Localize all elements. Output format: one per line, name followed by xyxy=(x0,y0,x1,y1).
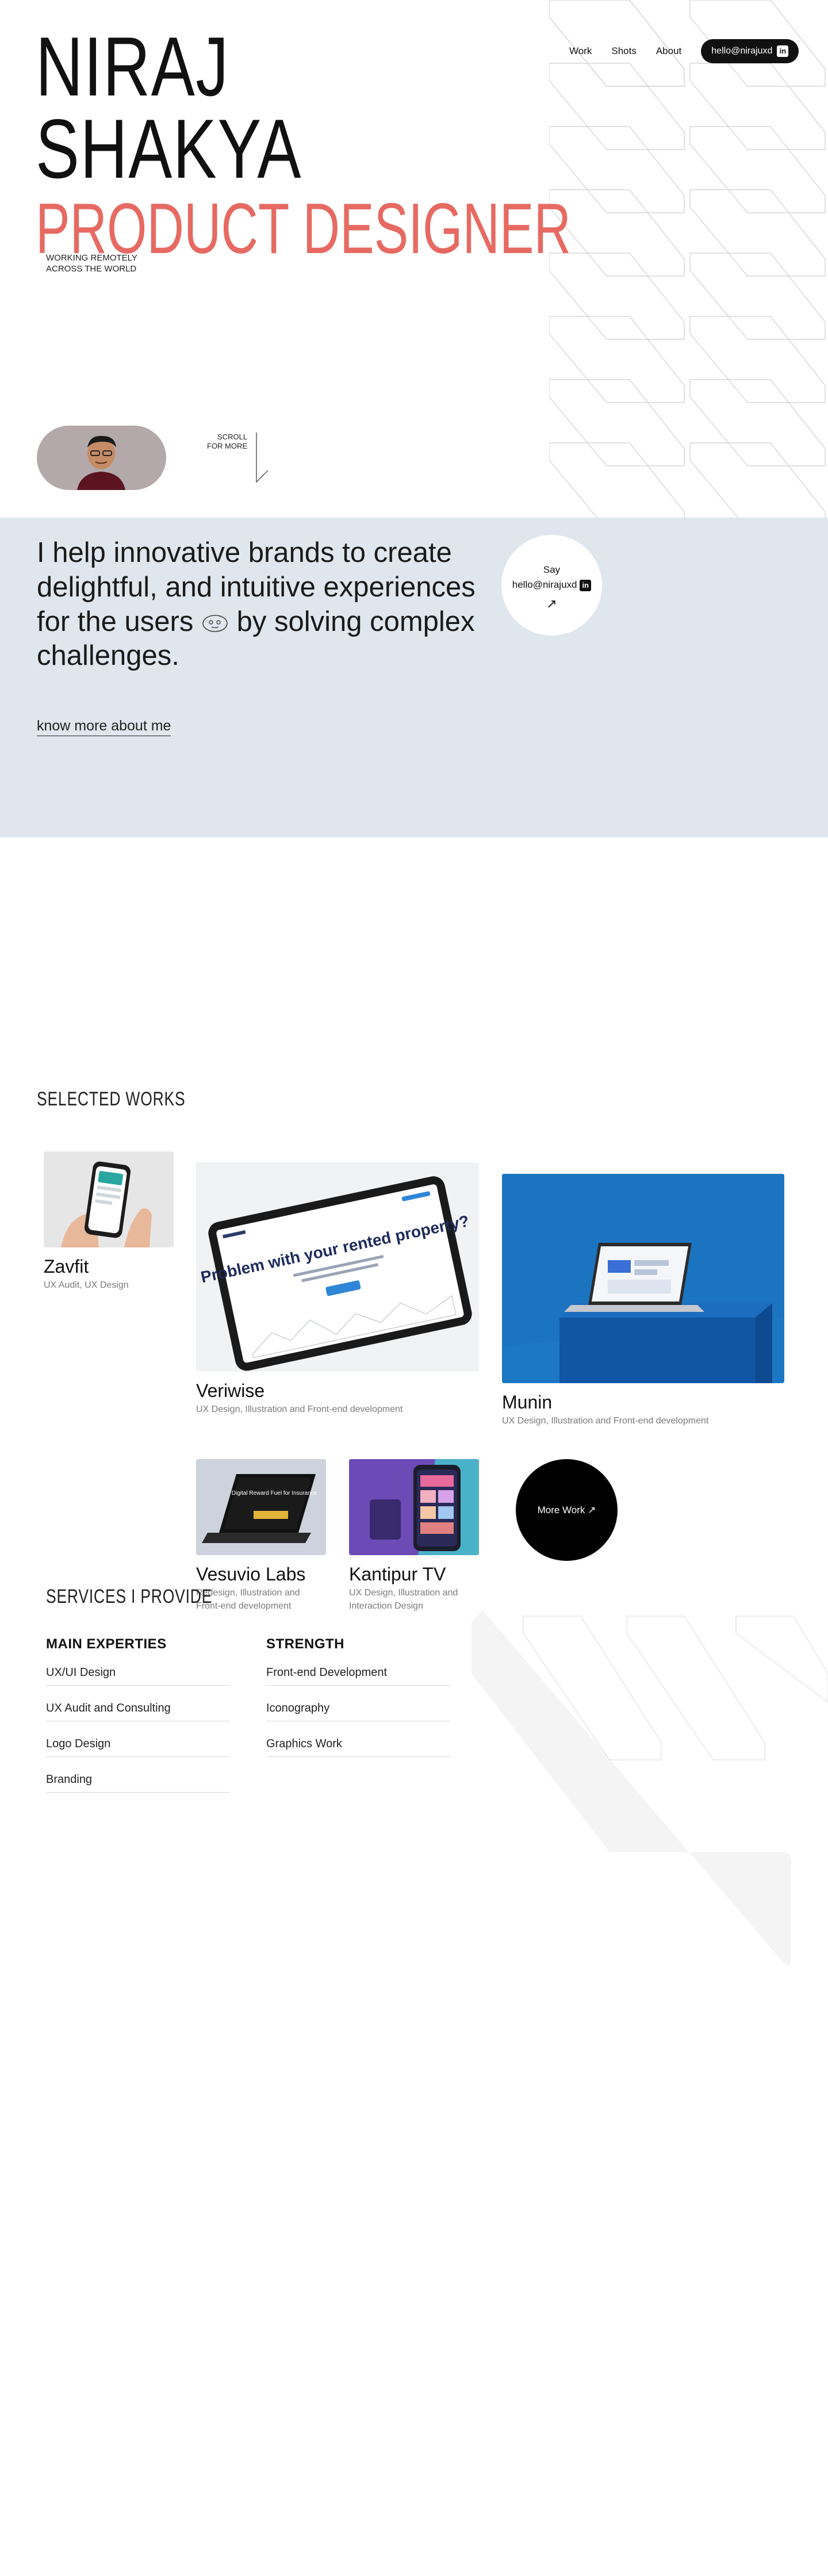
work-title: Kantipur TV xyxy=(349,1564,446,1584)
vesuvio-image: Digital Reward Fuel for Insurance xyxy=(196,1459,326,1555)
intro-statement: I help innovative brands to create delig… xyxy=(37,536,497,673)
service-item: UX/UI Design xyxy=(46,1666,230,1686)
work-title: Zavfit xyxy=(44,1256,89,1277)
hero-first-name: NIRAJ xyxy=(36,20,229,113)
work-title: Veriwise xyxy=(196,1380,265,1401)
work-title: Munin xyxy=(502,1392,553,1413)
strength-column: STRENGTH Front-end Development Iconograp… xyxy=(266,1636,450,1773)
services-pattern xyxy=(471,1610,828,1966)
work-card-vesuvio-labs[interactable]: Digital Reward Fuel for Insurance Vesuvi… xyxy=(196,1459,326,1613)
location-line-1: WORKING REMOTELY xyxy=(46,253,137,263)
work-title: Vesuvio Labs xyxy=(196,1564,306,1584)
selected-works-title: SELECTED WORKS xyxy=(37,1088,186,1110)
hero-heading: NIRAJ SHAKYA PRODUCT DESIGNER xyxy=(36,20,779,264)
veriwise-image: Problem with your rented property? xyxy=(196,1162,479,1372)
munin-image xyxy=(502,1174,784,1383)
say-email: hello@nirajuxd xyxy=(512,579,577,591)
main-expertise-heading: MAIN EXPERTIES xyxy=(46,1636,167,1652)
services-title: SERVICES I PROVIDE xyxy=(46,1586,213,1607)
work-card-zavfit[interactable]: Zavfit UX Audit, UX Design xyxy=(44,1151,174,1292)
main-expertise-column: MAIN EXPERTIES UX/UI Design UX Audit and… xyxy=(46,1636,230,1809)
hero-last-name: SHAKYA xyxy=(36,102,302,196)
scroll-arrow-icon xyxy=(256,432,269,483)
say-hello-button[interactable]: Say hello@nirajuxd in ↗ xyxy=(501,535,602,636)
service-item: UX Audit and Consulting xyxy=(46,1702,230,1721)
work-card-munin[interactable]: Munin UX Design, Illustration and Front-… xyxy=(502,1174,784,1428)
know-more-link[interactable]: know more about me xyxy=(37,718,171,736)
arrow-up-right-icon: ↗ xyxy=(588,1505,596,1515)
work-description: UX Design, Illustration and Interaction … xyxy=(349,1588,458,1611)
location-note: WORKING REMOTELY ACROSS THE WORLD xyxy=(46,253,137,275)
more-work-label: More Work xyxy=(537,1505,585,1515)
intro-section: I help innovative brands to create delig… xyxy=(0,518,828,837)
work-description: UX Audit, UX Design xyxy=(44,1280,129,1291)
more-work-button[interactable]: More Work ↗ xyxy=(516,1459,618,1561)
scroll-hint: SCROLL FOR MORE xyxy=(207,432,247,451)
kantipur-image xyxy=(349,1459,479,1555)
portrait-image xyxy=(77,435,125,490)
service-item: Logo Design xyxy=(46,1737,230,1757)
work-description: UX Design, Illustration and Front-end de… xyxy=(502,1416,709,1426)
say-label: Say xyxy=(543,564,561,575)
strength-item: Front-end Development xyxy=(266,1666,450,1686)
work-description: UX Design, Illustration and Front-end de… xyxy=(196,1404,403,1415)
strength-heading: STRENGTH xyxy=(266,1636,344,1652)
strength-item: Graphics Work xyxy=(266,1737,450,1757)
linkedin-icon: in xyxy=(580,580,592,592)
work-card-veriwise[interactable]: Problem with your rented property? Veriw… xyxy=(196,1162,479,1417)
avatar xyxy=(37,426,166,490)
scroll-hint-line-2: FOR MORE xyxy=(207,442,248,451)
work-card-kantipur-tv[interactable]: Kantipur TV UX Design, Illustration and … xyxy=(349,1459,479,1613)
scroll-hint-line-1: SCROLL xyxy=(217,432,248,441)
say-email-line: hello@nirajuxd in xyxy=(501,577,602,592)
vesuvio-screen-headline: Digital Reward Fuel for Insurance xyxy=(232,1490,317,1496)
strength-item: Iconography xyxy=(266,1702,450,1721)
arrow-up-right-icon: ↗ xyxy=(546,596,557,611)
smiley-icon xyxy=(202,614,228,632)
location-line-2: ACROSS THE WORLD xyxy=(46,263,137,274)
service-item: Branding xyxy=(46,1773,230,1793)
work-description: Redesign, Illustration and Front-end dev… xyxy=(196,1588,300,1611)
zavfit-image xyxy=(44,1151,174,1247)
